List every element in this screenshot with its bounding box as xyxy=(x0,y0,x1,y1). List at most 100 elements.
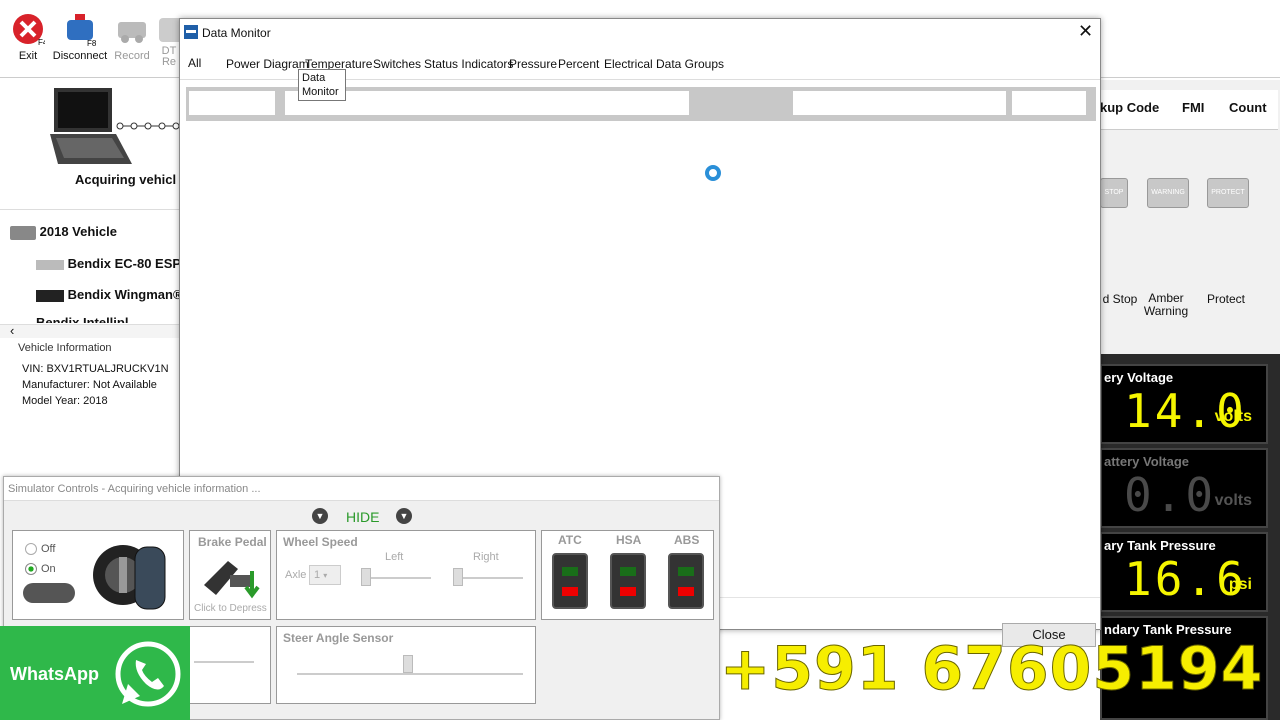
svg-text:F8: F8 xyxy=(87,39,97,46)
col-count[interactable]: Count xyxy=(1229,100,1267,115)
atc-label: ATC xyxy=(558,533,582,547)
record-icon xyxy=(118,22,146,43)
connection-status: Acquiring vehicl xyxy=(0,80,180,210)
axle-select[interactable]: 1 ▾ xyxy=(309,565,341,585)
grid-header-cell[interactable] xyxy=(793,91,1006,115)
tab-switches[interactable]: Switches xyxy=(373,57,421,71)
ignition-key-icon[interactable] xyxy=(91,541,171,613)
tab-status-indicators[interactable]: Status Indicators xyxy=(424,57,513,71)
radar-icon xyxy=(36,289,64,302)
window-titlebar[interactable]: Data Monitor ✕ xyxy=(180,19,1100,49)
secondary-battery-voltage-gauge: attery Voltage 0.0 volts xyxy=(1100,448,1268,528)
tab-pressure[interactable]: Pressure xyxy=(509,57,557,71)
right-label: Right xyxy=(473,551,499,563)
gauge-title: attery Voltage xyxy=(1104,454,1190,469)
gauge-unit: psi xyxy=(1228,576,1252,593)
disconnect-button[interactable]: F8 Disconnect xyxy=(50,6,110,72)
scroll-left-icon[interactable]: ‹ xyxy=(10,323,14,338)
tree-item-ec80[interactable]: Bendix EC-80 ESP xyxy=(36,256,180,271)
connector-icon: F8 xyxy=(67,14,97,46)
whatsapp-banner[interactable]: WhatsApp xyxy=(0,626,190,720)
window-title: Data Monitor xyxy=(202,26,271,40)
tree-item-intellipass[interactable]: Bendix Intellipl xyxy=(36,315,180,323)
off-radio[interactable] xyxy=(25,543,37,555)
right-slider-track[interactable] xyxy=(453,577,523,579)
amber-warning-label: Amber Warning xyxy=(1143,291,1189,318)
chevron-down-icon: ▾ xyxy=(323,571,328,580)
close-icon[interactable]: ✕ xyxy=(1078,21,1093,42)
simulator-titlebar[interactable]: Simulator Controls - Acquiring vehicle i… xyxy=(4,477,719,501)
switches-group: ATC HSA ABS xyxy=(541,530,714,620)
record-label: Record xyxy=(114,50,150,62)
vin-text: VIN: BXV1RTUALJRUCKV1N xyxy=(22,363,169,375)
tab-all[interactable]: All xyxy=(188,56,201,70)
loading-spinner-icon xyxy=(705,165,721,181)
vehicle-info-title: Vehicle Information xyxy=(18,342,112,354)
off-label: Off xyxy=(41,543,56,555)
steer-slider-thumb[interactable] xyxy=(403,655,413,673)
col-fmi[interactable]: FMI xyxy=(1182,100,1204,115)
hide-button[interactable]: HIDE xyxy=(346,509,379,525)
ignition-toggle[interactable] xyxy=(23,583,75,603)
simulator-title: Simulator Controls - Acquiring vehicle i… xyxy=(8,483,261,495)
abs-label: ABS xyxy=(674,533,700,547)
steer-slider-track[interactable] xyxy=(297,673,523,675)
tab-power-diagram[interactable]: Power Diagram xyxy=(226,57,309,71)
left-slider-thumb[interactable] xyxy=(361,568,371,586)
gauge-unit: volts xyxy=(1214,492,1252,509)
wheel-speed-group: Wheel Speed Left Right Axle 1 ▾ xyxy=(276,530,536,620)
on-radio[interactable] xyxy=(25,563,37,575)
exit-label: Exit xyxy=(18,50,38,62)
phone-number-overlay: +591 67605194 xyxy=(720,634,1264,705)
record-button[interactable]: Record xyxy=(104,6,160,72)
ecu-icon xyxy=(36,259,64,270)
hsa-switch[interactable] xyxy=(610,553,646,609)
abs-switch[interactable] xyxy=(668,553,704,609)
fault-table-header: kup Code FMI Count xyxy=(1100,90,1278,130)
protect-lamp-icon: PROTECT xyxy=(1207,178,1249,208)
truck-icon xyxy=(10,225,36,240)
tree-scrollbar[interactable]: ‹ xyxy=(0,323,180,338)
grid-header-cell[interactable] xyxy=(1012,91,1086,115)
manufacturer-text: Manufacturer: Not Available xyxy=(22,379,157,391)
gauge-title: ary Tank Pressure xyxy=(1104,538,1216,553)
chevron-down-icon[interactable]: ▼ xyxy=(312,508,328,524)
disconnect-label: Disconnect xyxy=(52,50,108,62)
chevron-down-icon[interactable]: ▼ xyxy=(396,508,412,524)
slider-track[interactable] xyxy=(194,661,254,663)
on-label: On xyxy=(41,563,56,575)
tab-data-groups[interactable]: Data Groups xyxy=(656,57,724,71)
right-slider-thumb[interactable] xyxy=(453,568,463,586)
primary-tank-pressure-gauge: ary Tank Pressure 16.6 psi xyxy=(1100,532,1268,612)
brake-pedal-hint: Click to Depress xyxy=(194,603,267,614)
acquiring-status-text: Acquiring vehicl xyxy=(75,172,177,187)
left-slider-track[interactable] xyxy=(361,577,431,579)
tree-item-label: Bendix Wingman® xyxy=(67,287,180,302)
tree-item-wingman[interactable]: Bendix Wingman® xyxy=(36,287,180,302)
tab-tooltip: Data Monitor xyxy=(298,69,346,101)
left-label: Left xyxy=(385,551,404,563)
brake-pedal-icon[interactable] xyxy=(200,555,262,601)
steer-angle-title: Steer Angle Sensor xyxy=(283,631,394,645)
battery-voltage-gauge: ery Voltage 14.0 volts xyxy=(1100,364,1268,444)
gauge-title: ery Voltage xyxy=(1104,370,1174,385)
wheel-speed-title: Wheel Speed xyxy=(283,535,358,549)
protect-lamp-label: Protect xyxy=(1206,292,1245,306)
model-year-text: Model Year: 2018 xyxy=(22,395,108,407)
grid-header-cell[interactable] xyxy=(189,91,275,115)
brake-pedal-group[interactable]: Brake Pedal Click to Depress xyxy=(189,530,271,620)
col-lookup-code[interactable]: kup Code xyxy=(1100,100,1159,115)
atc-switch[interactable] xyxy=(552,553,588,609)
tab-electrical[interactable]: Electrical xyxy=(604,57,653,71)
tree-item-label: Bendix EC-80 ESP xyxy=(67,256,180,271)
axle-label: Axle xyxy=(285,569,307,581)
hsa-label: HSA xyxy=(616,533,642,547)
whatsapp-icon xyxy=(115,641,181,707)
vehicle-information-group: Vehicle Information VIN: BXV1RTUALJRUCKV… xyxy=(10,342,180,482)
tab-percent[interactable]: Percent xyxy=(558,57,599,71)
exit-button[interactable]: F4 Exit xyxy=(0,6,56,72)
tree-item-label: Bendix Intellipl xyxy=(36,315,129,323)
tree-item-vehicle[interactable]: 2018 Vehicle xyxy=(10,224,117,240)
ignition-group: Off On xyxy=(12,530,184,620)
connection-dots-icon xyxy=(116,122,180,130)
